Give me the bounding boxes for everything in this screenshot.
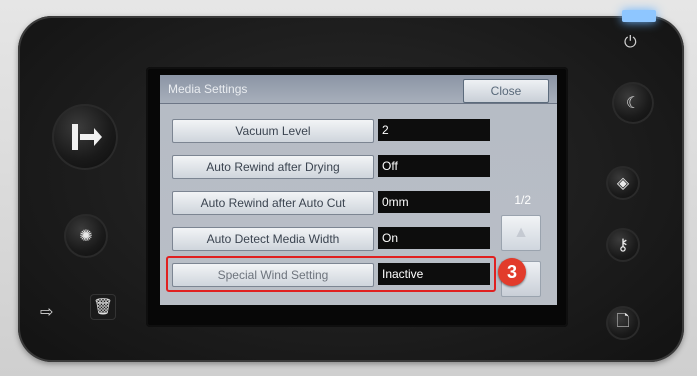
exit-arrow-icon: [72, 124, 102, 150]
trash-icon: 🗑: [92, 299, 114, 316]
diamond-button[interactable]: ◈: [606, 166, 640, 200]
sleep-button[interactable]: ☾: [612, 82, 654, 124]
moon-icon: ☾: [625, 95, 641, 112]
setting-label: Vacuum Level: [172, 119, 374, 143]
setting-value[interactable]: Off: [378, 155, 490, 177]
key-icon: ⚷: [617, 237, 629, 254]
diamond-icon: ◈: [616, 175, 630, 192]
page-indicator: 1/2: [514, 193, 531, 207]
trash-button[interactable]: 🗑: [90, 294, 116, 320]
setting-row[interactable]: Vacuum Level 2: [172, 119, 490, 143]
scroll-up-button[interactable]: ▲: [501, 215, 541, 251]
setting-value[interactable]: 2: [378, 119, 490, 141]
settings-icon: ✺: [79, 228, 93, 245]
key-button[interactable]: ⚷: [606, 228, 640, 262]
settings-button[interactable]: ✺: [64, 214, 108, 258]
status-led: [622, 10, 656, 22]
setting-label: Auto Rewind after Auto Cut: [172, 191, 374, 215]
document-button[interactable]: 🗋: [606, 306, 640, 340]
title-bar: Media Settings Close: [160, 75, 557, 104]
setting-value[interactable]: 0mm: [378, 191, 490, 213]
document-icon: 🗋: [616, 312, 630, 330]
power-icon: ⏻: [624, 34, 637, 51]
step-callout: 3: [498, 258, 526, 286]
setting-value[interactable]: On: [378, 227, 490, 249]
setting-row[interactable]: Auto Detect Media Width On: [172, 227, 490, 251]
close-button[interactable]: Close: [463, 79, 549, 103]
setting-label: Auto Detect Media Width: [172, 227, 374, 251]
setting-label: Auto Rewind after Drying: [172, 155, 374, 179]
up-arrow-icon: ▲: [513, 224, 529, 241]
setting-row[interactable]: Auto Rewind after Auto Cut 0mm: [172, 191, 490, 215]
exit-button[interactable]: [52, 104, 118, 170]
setting-row[interactable]: Auto Rewind after Drying Off: [172, 155, 490, 179]
screen-title: Media Settings: [168, 82, 248, 96]
highlight-outline: [166, 256, 496, 292]
login-icon[interactable]: ⇨: [40, 302, 53, 322]
